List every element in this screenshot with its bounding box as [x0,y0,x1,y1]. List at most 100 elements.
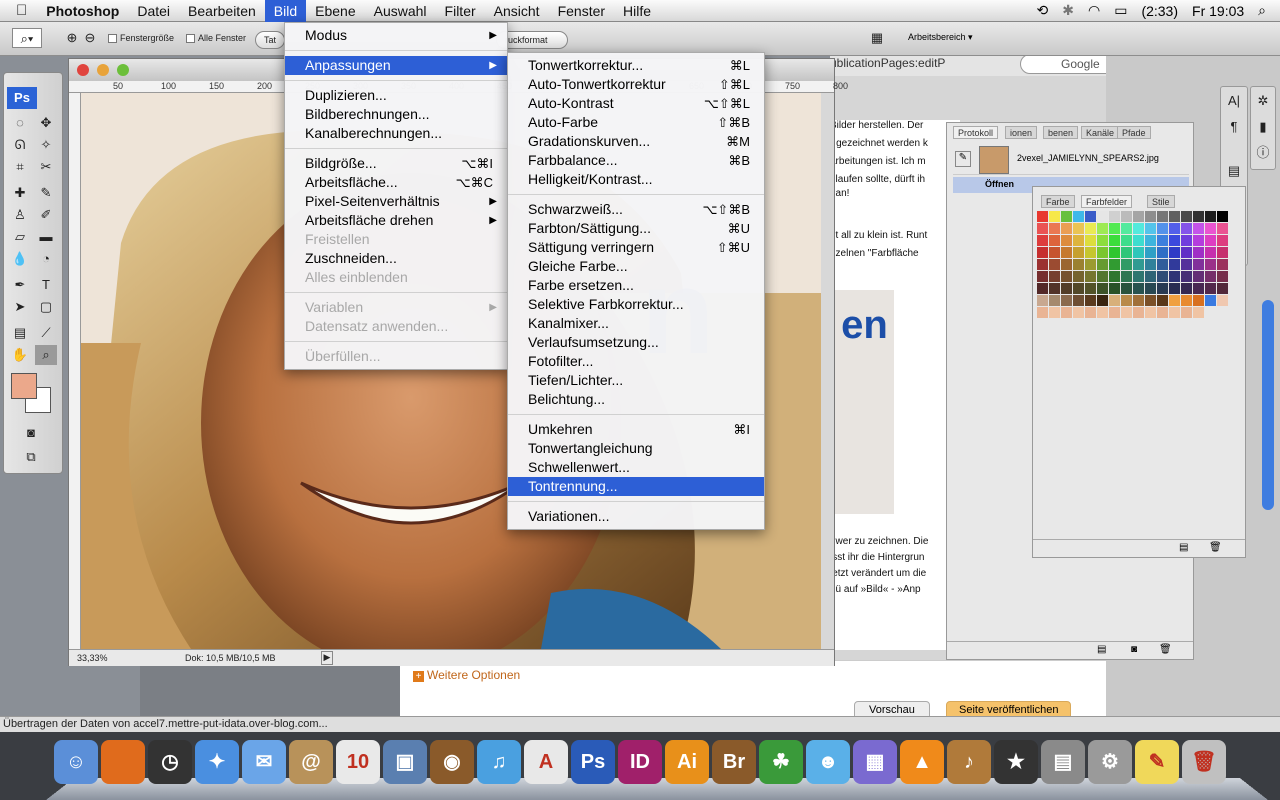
color-swatch[interactable] [1193,247,1204,258]
crop-tool-icon[interactable]: ⌗ [9,157,31,177]
color-swatch[interactable] [1037,307,1048,318]
color-swatch[interactable] [1121,211,1132,222]
color-swatch[interactable] [1073,307,1084,318]
dock-adressbuch-icon[interactable]: @ [289,740,333,784]
anpassungen-menu-item[interactable]: Tonwertkorrektur... ⌘L [508,56,764,75]
color-swatch[interactable] [1061,259,1072,270]
menu-filter[interactable]: Filter [436,0,485,22]
battery-time[interactable]: (2:33) [1141,3,1178,19]
color-swatch[interactable] [1217,259,1228,270]
dock-dashboard-widgets-icon[interactable]: ▤ [1041,740,1085,784]
wifi-icon[interactable]: ◠ [1088,2,1100,19]
color-swatch[interactable] [1073,259,1084,270]
tatsaechliche-pixel-button[interactable]: Tat [255,31,286,49]
color-swatch[interactable] [1109,211,1120,222]
tab-pfade[interactable]: Pfade [1117,126,1151,139]
anpassungen-menu-item[interactable]: Auto-Tonwertkorrektur ⇧⌘L [508,75,764,94]
dock-bridge-icon[interactable]: Br [712,740,756,784]
bild-menu-item[interactable]: Duplizieren... [285,86,507,105]
bild-menu-item[interactable]: Bildgröße... ⌥⌘I [285,154,507,173]
anpassungen-menu-item[interactable]: Tiefen/Lichter... [508,371,764,390]
swatch-grid[interactable] [1037,211,1228,318]
color-swatch[interactable] [1205,259,1216,270]
dock-spaces-icon[interactable]: ▦ [853,740,897,784]
tab-kanaele[interactable]: Kanäle [1081,126,1120,139]
dock-dashboard-icon[interactable]: ◷ [148,740,192,784]
color-swatch[interactable] [1109,247,1120,258]
color-swatch[interactable] [1133,223,1144,234]
color-swatch[interactable] [1169,307,1180,318]
color-swatch[interactable] [1073,247,1084,258]
color-swatch[interactable] [1109,223,1120,234]
color-swatch[interactable] [1109,295,1120,306]
color-swatch[interactable] [1049,307,1060,318]
color-swatch[interactable] [1157,295,1168,306]
color-swatch[interactable] [1085,235,1096,246]
dock-garageband-icon[interactable]: ♪ [947,740,991,784]
color-swatch[interactable] [1169,295,1180,306]
color-swatch[interactable] [1133,271,1144,282]
eyedropper-tool-icon[interactable]: ⟋ [35,323,57,343]
color-swatch[interactable] [1145,247,1156,258]
color-swatch[interactable] [1193,295,1204,306]
color-swatch[interactable] [1145,283,1156,294]
dock-acrobat-icon[interactable]: A [524,740,568,784]
menu-bild[interactable]: Bild [264,0,307,22]
gradient-tool-icon[interactable]: ▬ [35,227,57,247]
zoom-in-icon[interactable]: ⊕ [64,28,80,48]
color-swatch[interactable] [1145,307,1156,318]
anpassungen-menu-item[interactable]: Auto-Farbe ⇧⌘B [508,113,764,132]
color-swatch[interactable] [1085,271,1096,282]
healing-brush-tool-icon[interactable]: ✚ [9,183,31,203]
brush-tool-icon[interactable]: ✎ [35,183,57,203]
delete-swatch-icon[interactable]: 🗑 [1209,542,1222,553]
color-swatch[interactable] [1181,283,1192,294]
anpassungen-menu-item[interactable]: Farbbalance... ⌘B [508,151,764,170]
color-swatch[interactable] [1157,247,1168,258]
color-swatch[interactable] [1157,271,1168,282]
anpassungen-menu-item[interactable]: Gleiche Farbe... [508,257,764,276]
color-swatch[interactable] [1193,307,1204,318]
color-swatch[interactable] [1097,211,1108,222]
color-swatch[interactable] [1097,283,1108,294]
color-swatch[interactable] [1169,235,1180,246]
color-swatch[interactable] [1073,211,1084,222]
menu-ansicht[interactable]: Ansicht [485,0,549,22]
shape-tool-icon[interactable]: ▢ [35,297,57,317]
color-swatch[interactable] [1205,211,1216,222]
color-swatch[interactable] [1061,271,1072,282]
color-swatch[interactable] [1037,283,1048,294]
dock-papierkorb-icon[interactable]: 🗑 [1182,740,1226,784]
weitere-optionen-link[interactable]: + Weitere Optionen [413,668,520,682]
move-tool-icon[interactable]: ✥ [35,113,57,133]
color-swatch[interactable] [1133,235,1144,246]
dock-indesign-icon[interactable]: ID [618,740,662,784]
menu-hilfe[interactable]: Hilfe [614,0,660,22]
browser-scrollbar[interactable] [1262,300,1274,510]
bluetooth-icon[interactable]: ✱ [1062,2,1074,19]
spotlight-icon[interactable]: ⌕ [1258,2,1266,19]
color-swatch[interactable] [1037,271,1048,282]
color-swatch[interactable] [1121,271,1132,282]
color-swatch[interactable] [1217,271,1228,282]
color-swatch[interactable] [1205,295,1216,306]
color-swatch[interactable] [1217,283,1228,294]
color-swatch[interactable] [1217,235,1228,246]
color-swatch[interactable] [1133,247,1144,258]
status-arrow-icon[interactable]: ▶ [321,651,333,665]
doc-size[interactable]: Dok: 10,5 MB/10,5 MB [185,653,276,663]
color-swatch[interactable] [1133,295,1144,306]
color-swatch[interactable] [1061,295,1072,306]
color-swatch[interactable] [1145,211,1156,222]
color-swatch[interactable] [1097,295,1108,306]
color-swatch[interactable] [1061,211,1072,222]
color-swatch[interactable] [1049,223,1060,234]
histogram-panel-icon[interactable]: ▮ [1252,117,1274,137]
apple-menu-icon[interactable]:  [0,0,37,22]
notes-panel-icon[interactable]: ▤ [1223,161,1245,181]
stamp-tool-icon[interactable]: ♙ [9,205,31,225]
zoom-tool-icon[interactable]: ⌕ [35,345,57,365]
color-swatch[interactable] [1157,235,1168,246]
color-swatch[interactable] [1205,223,1216,234]
color-swatch[interactable] [1085,211,1096,222]
